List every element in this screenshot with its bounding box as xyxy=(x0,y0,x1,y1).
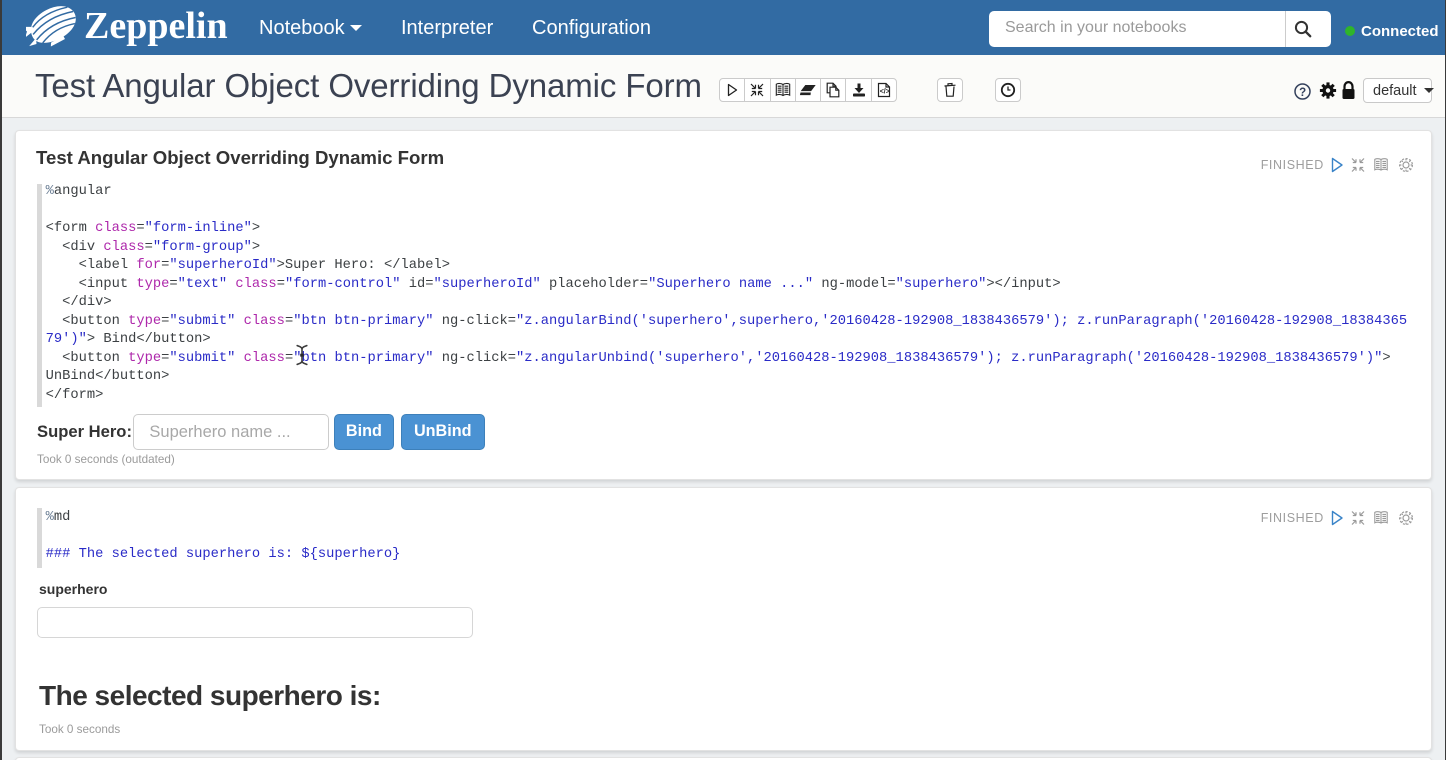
svg-text:</>: </> xyxy=(880,89,890,96)
svg-text:?: ? xyxy=(1299,86,1306,98)
